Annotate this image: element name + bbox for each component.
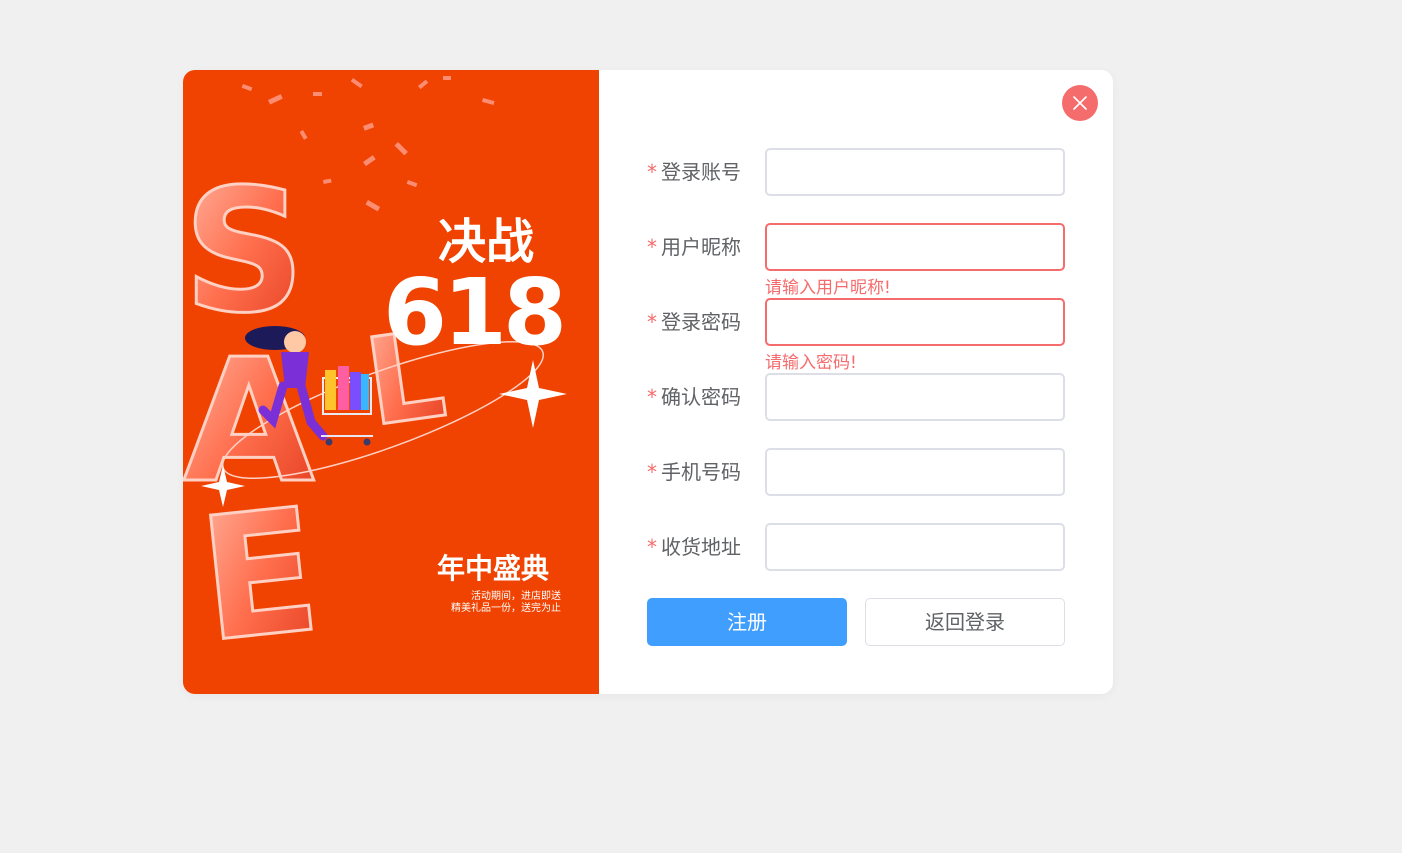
back-to-login-button[interactable]: 返回登录 — [865, 598, 1065, 646]
balloon-letter-s: S — [183, 153, 305, 351]
address-input[interactable] — [765, 523, 1065, 571]
register-dialog: S A L E 决战 618 年中盛典 活动期间，进店即送 精美礼品一份，送完为… — [183, 70, 1113, 694]
field-label-text: 用户昵称 — [661, 235, 741, 259]
password-input[interactable] — [765, 298, 1065, 346]
field-label-text: 收货地址 — [661, 535, 741, 559]
required-mark: * — [647, 235, 657, 259]
nickname-error: 请输入用户昵称! — [765, 278, 891, 298]
field-label: * 手机号码 — [647, 448, 747, 496]
form-row-nickname: * 用户昵称 请输入用户昵称! — [647, 223, 1067, 298]
phone-input[interactable] — [765, 448, 1065, 496]
sparkle-icon — [499, 360, 567, 428]
field-label-text: 确认密码 — [661, 385, 741, 409]
field-label: * 登录密码 — [647, 298, 747, 346]
field-label: * 用户昵称 — [647, 223, 747, 271]
field-label-text: 登录账号 — [661, 160, 741, 184]
form-row-confirm-password: * 确认密码 — [647, 373, 1067, 421]
festival-title: 年中盛典 — [437, 552, 549, 585]
form-row-address: * 收货地址 — [647, 523, 1067, 571]
promo-illustration: S A L E 决战 618 年中盛典 活动期间，进店即送 精美礼品一份，送完为… — [183, 76, 567, 682]
field-label: * 确认密码 — [647, 373, 747, 421]
promo-line1: 活动期间，进店即送 — [471, 589, 561, 602]
promo-line2: 精美礼品一份，送完为止 — [451, 601, 561, 614]
account-input[interactable] — [765, 148, 1065, 196]
required-mark: * — [647, 160, 657, 184]
form-row-password: * 登录密码 请输入密码! — [647, 298, 1067, 373]
required-mark: * — [647, 460, 657, 484]
confirm-password-input[interactable] — [765, 373, 1065, 421]
balloon-letter-e: E — [192, 472, 328, 681]
nickname-input[interactable] — [765, 223, 1065, 271]
register-button[interactable]: 注册 — [647, 598, 847, 646]
field-label-text: 手机号码 — [661, 460, 741, 484]
headline-line2: 618 — [383, 259, 563, 366]
form-row-phone: * 手机号码 — [647, 448, 1067, 496]
required-mark: * — [647, 535, 657, 559]
promo-banner: S A L E 决战 618 年中盛典 活动期间，进店即送 精美礼品一份，送完为… — [183, 70, 599, 694]
required-mark: * — [647, 385, 657, 409]
form-row-account: * 登录账号 — [647, 148, 1067, 196]
field-label: * 登录账号 — [647, 148, 747, 196]
close-icon — [1073, 96, 1087, 110]
field-label-text: 登录密码 — [661, 310, 741, 334]
password-error: 请输入密码! — [765, 353, 857, 373]
close-button[interactable] — [1062, 85, 1098, 121]
required-mark: * — [647, 310, 657, 334]
field-label: * 收货地址 — [647, 523, 747, 571]
